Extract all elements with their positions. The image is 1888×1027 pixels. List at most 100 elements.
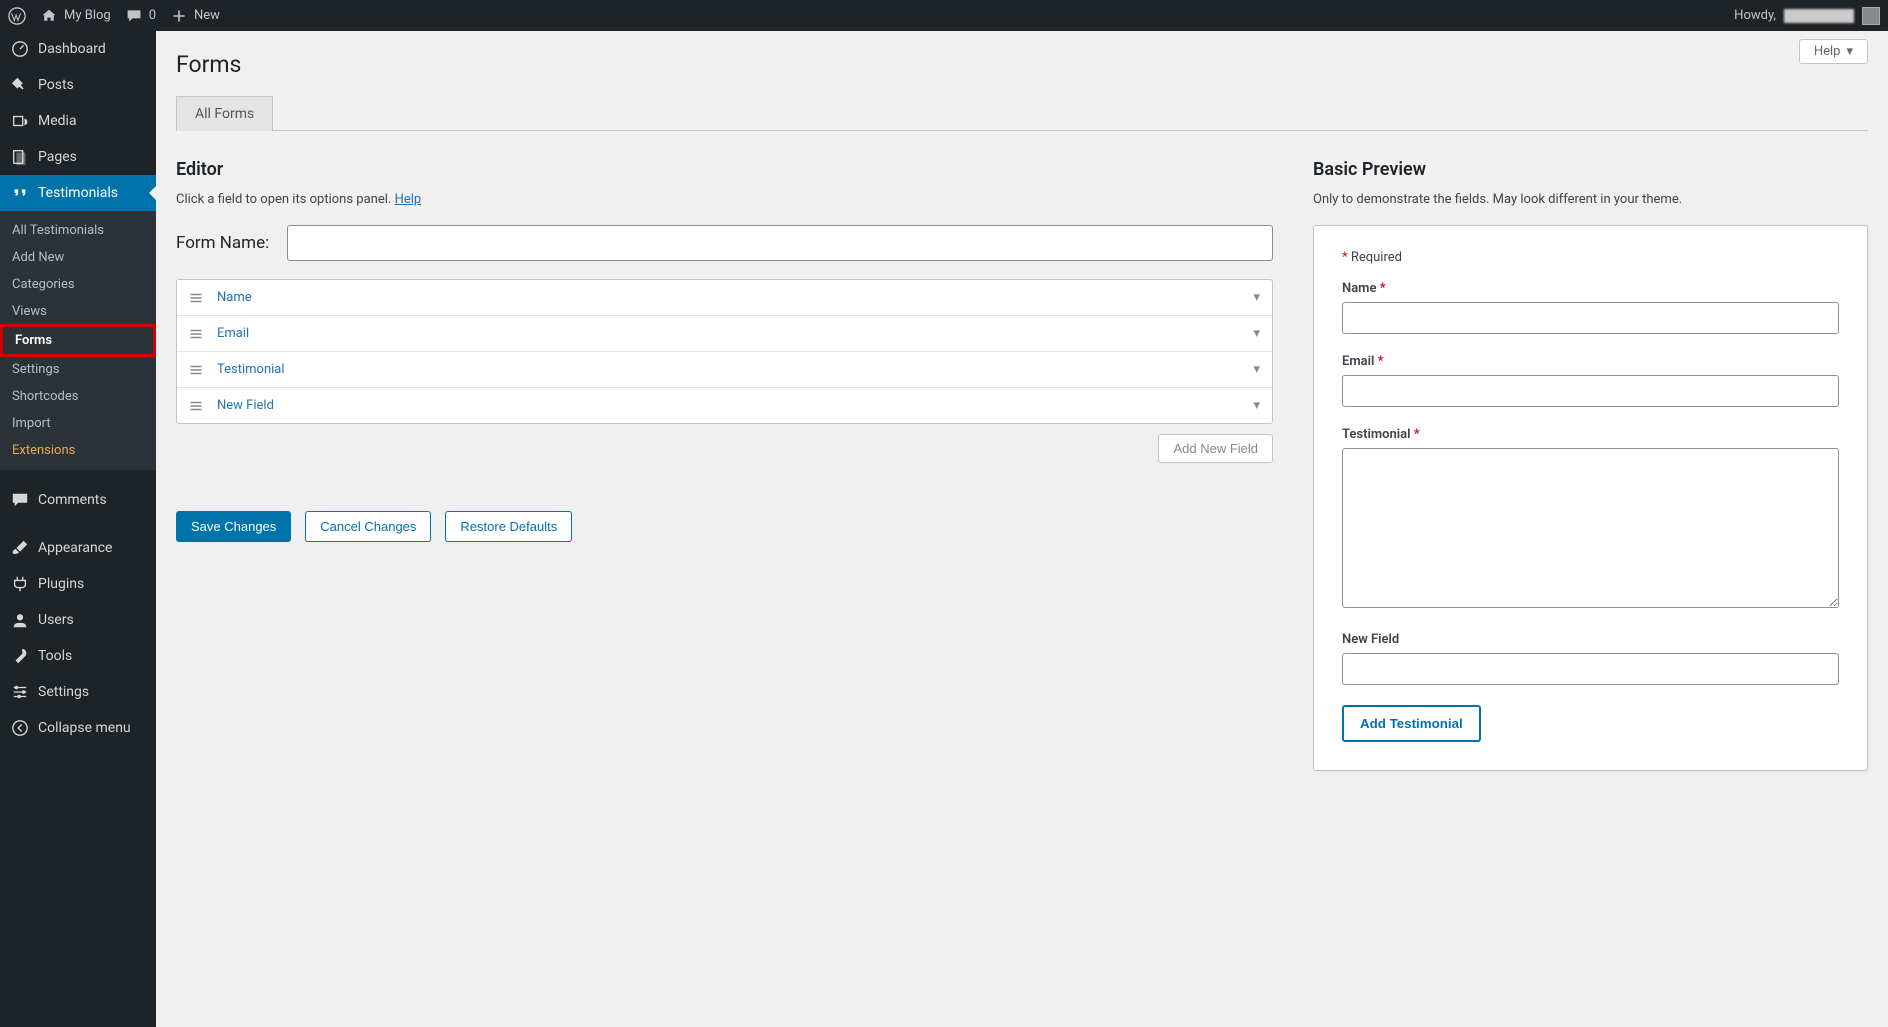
menu-label: Plugins — [38, 576, 84, 592]
field-row[interactable]: New Field▾ — [177, 388, 1272, 423]
preview-field: Name * — [1342, 281, 1839, 334]
drag-handle-icon[interactable] — [189, 291, 207, 305]
form-name-input[interactable] — [287, 225, 1273, 261]
menu-item-testimonials[interactable]: Testimonials — [0, 175, 156, 211]
menu-label: Collapse menu — [38, 720, 131, 736]
menu-item-settings[interactable]: Settings — [0, 674, 156, 710]
field-list: Name▾Email▾Testimonial▾New Field▾ — [176, 279, 1273, 424]
cancel-button[interactable]: Cancel Changes — [305, 511, 431, 542]
new-label: New — [194, 8, 220, 23]
caret-down-icon: ▾ — [1846, 44, 1853, 59]
menu-item-comments[interactable]: Comments — [0, 482, 156, 518]
preview-field-label: Email * — [1342, 354, 1839, 369]
preview-box: * Required Name *Email *Testimonial *New… — [1313, 225, 1868, 771]
form-name-label: Form Name: — [176, 233, 269, 253]
menu-item-collapse-menu[interactable]: Collapse menu — [0, 710, 156, 746]
menu-label: Settings — [38, 684, 89, 700]
menu-item-media[interactable]: Media — [0, 103, 156, 139]
brush-icon — [10, 538, 30, 558]
tab-all-forms[interactable]: All Forms — [176, 96, 273, 131]
preview-heading: Basic Preview — [1313, 159, 1868, 180]
menu-item-appearance[interactable]: Appearance — [0, 530, 156, 566]
submenu-testimonials: All TestimonialsAdd NewCategoriesViewsFo… — [0, 211, 156, 470]
menu-item-tools[interactable]: Tools — [0, 638, 156, 674]
submenu-item-add-new[interactable]: Add New — [0, 244, 156, 271]
tabs: All Forms — [176, 96, 1868, 131]
preview-input[interactable] — [1342, 375, 1839, 407]
pin-icon — [10, 75, 30, 95]
save-button[interactable]: Save Changes — [176, 511, 291, 542]
preview-textarea[interactable] — [1342, 448, 1839, 608]
page-icon — [10, 147, 30, 167]
help-tab[interactable]: Help ▾ — [1799, 39, 1868, 64]
editor-hint-text: Click a field to open its options panel. — [176, 192, 395, 207]
menu-label: Tools — [38, 648, 72, 664]
menu-item-plugins[interactable]: Plugins — [0, 566, 156, 602]
menu-label: Users — [38, 612, 74, 628]
drag-handle-icon[interactable] — [189, 327, 207, 341]
field-label[interactable]: New Field — [217, 398, 1253, 413]
submenu-item-import[interactable]: Import — [0, 410, 156, 437]
submenu-item-extensions[interactable]: Extensions — [0, 437, 156, 464]
new-link[interactable]: New — [170, 7, 220, 25]
required-label: Required — [1348, 250, 1402, 265]
menu-label: Testimonials — [38, 185, 118, 201]
submenu-item-forms[interactable]: Forms — [0, 324, 156, 357]
admin-toolbar: My Blog 0 New Howdy, — [0, 0, 1888, 31]
editor-help-link[interactable]: Help — [395, 192, 422, 207]
field-row[interactable]: Name▾ — [177, 280, 1272, 316]
quote-icon — [10, 183, 30, 203]
submit-button[interactable]: Add Testimonial — [1342, 705, 1481, 742]
preview-hint: Only to demonstrate the fields. May look… — [1313, 192, 1868, 207]
site-name: My Blog — [64, 8, 111, 23]
wp-logo[interactable] — [8, 7, 26, 25]
field-row[interactable]: Email▾ — [177, 316, 1272, 352]
expand-caret-icon[interactable]: ▾ — [1253, 362, 1260, 377]
add-new-field-button[interactable]: Add New Field — [1158, 434, 1273, 463]
site-link[interactable]: My Blog — [40, 7, 111, 25]
submenu-item-shortcodes[interactable]: Shortcodes — [0, 383, 156, 410]
submenu-item-categories[interactable]: Categories — [0, 271, 156, 298]
preview-input[interactable] — [1342, 653, 1839, 685]
menu-item-dashboard[interactable]: Dashboard — [0, 31, 156, 67]
comments-count: 0 — [149, 8, 156, 23]
plug-icon — [10, 574, 30, 594]
submenu-item-settings[interactable]: Settings — [0, 356, 156, 383]
menu-label: Posts — [38, 77, 74, 93]
sliders-icon — [10, 682, 30, 702]
expand-caret-icon[interactable]: ▾ — [1253, 326, 1260, 341]
menu-label: Media — [38, 113, 77, 129]
field-row[interactable]: Testimonial▾ — [177, 352, 1272, 388]
preview-field: New Field — [1342, 632, 1839, 685]
wrench-icon — [10, 646, 30, 666]
field-label[interactable]: Testimonial — [217, 362, 1253, 377]
preview-input[interactable] — [1342, 302, 1839, 334]
avatar — [1862, 7, 1880, 25]
dashboard-icon — [10, 39, 30, 59]
home-icon — [40, 7, 58, 25]
howdy-text: Howdy, — [1734, 8, 1776, 23]
field-label[interactable]: Name — [217, 290, 1253, 305]
submenu-item-views[interactable]: Views — [0, 298, 156, 325]
media-icon — [10, 111, 30, 131]
expand-caret-icon[interactable]: ▾ — [1253, 290, 1260, 305]
expand-caret-icon[interactable]: ▾ — [1253, 398, 1260, 413]
menu-item-pages[interactable]: Pages — [0, 139, 156, 175]
menu-label: Appearance — [38, 540, 112, 556]
account-menu[interactable]: Howdy, — [1734, 7, 1880, 25]
menu-item-users[interactable]: Users — [0, 602, 156, 638]
content-area: Help ▾ Forms All Forms Editor Click a fi… — [156, 31, 1888, 811]
editor-hint: Click a field to open its options panel.… — [176, 192, 1273, 207]
user-icon — [10, 610, 30, 630]
drag-handle-icon[interactable] — [189, 363, 207, 377]
wordpress-logo-icon — [8, 7, 26, 25]
comment-icon — [10, 490, 30, 510]
submenu-item-all-testimonials[interactable]: All Testimonials — [0, 217, 156, 244]
menu-item-posts[interactable]: Posts — [0, 67, 156, 103]
field-label[interactable]: Email — [217, 326, 1253, 341]
comments-link[interactable]: 0 — [125, 7, 156, 25]
menu-label: Dashboard — [38, 41, 106, 57]
restore-button[interactable]: Restore Defaults — [445, 511, 572, 542]
preview-field-label: Testimonial * — [1342, 427, 1839, 442]
drag-handle-icon[interactable] — [189, 399, 207, 413]
